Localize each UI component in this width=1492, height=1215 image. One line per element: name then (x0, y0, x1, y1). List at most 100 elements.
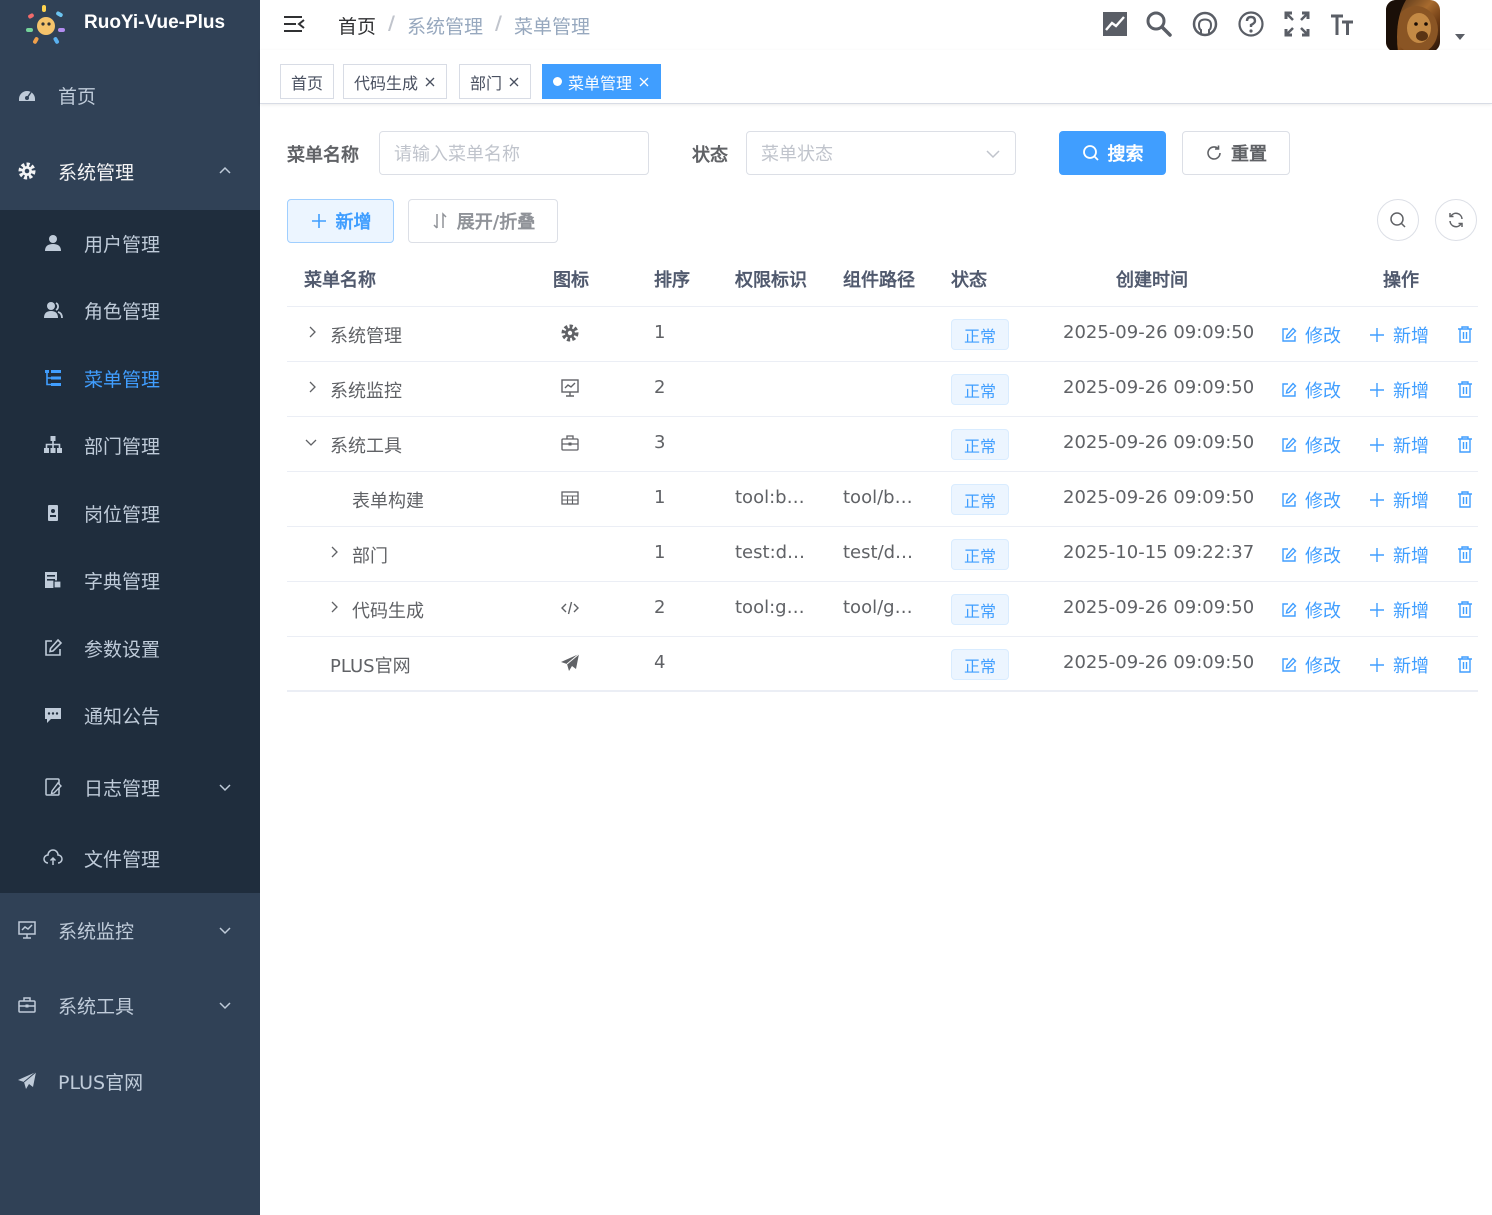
edit-label: 修改 (1305, 656, 1341, 677)
chevron-right-icon[interactable] (305, 380, 319, 394)
close-icon[interactable] (638, 76, 650, 88)
avatar[interactable] (1386, 0, 1440, 52)
add-child-button[interactable]: 新增 (1369, 542, 1429, 568)
github-icon[interactable] (1191, 10, 1219, 38)
menu-name-cell: 系统监控 (330, 381, 402, 402)
menu-name-label: 菜单名称 (287, 145, 359, 166)
expand-collapse-button[interactable]: 展开/折叠 (408, 199, 558, 243)
add-child-button[interactable]: 新增 (1369, 322, 1429, 348)
component-cell: tool/g… (843, 597, 913, 618)
breadcrumb-separator: / (494, 12, 502, 34)
logo[interactable]: RuoYi-Vue-Plus (0, 0, 260, 50)
sidebar-item-menus[interactable]: 菜单管理 (0, 348, 260, 408)
column-header-name: 菜单名称 (304, 270, 376, 291)
edit-button[interactable]: 修改 (1281, 652, 1341, 678)
navbar: 首页 / 系统管理 / 菜单管理 (260, 0, 1492, 52)
trash-icon[interactable] (1456, 490, 1474, 508)
sidebar-item-home[interactable]: 首页 (0, 70, 260, 120)
add-button[interactable]: 新增 (287, 199, 394, 243)
sidebar-item-monitor[interactable]: 系统监控 (0, 905, 260, 955)
sidebar-item-users[interactable]: 用户管理 (0, 213, 260, 273)
edit-button[interactable]: 修改 (1281, 542, 1341, 568)
menu-name-cell: 代码生成 (352, 601, 424, 622)
trash-icon[interactable] (1456, 545, 1474, 563)
status-badge: 正常 (951, 594, 1010, 625)
order-cell: 1 (654, 322, 666, 343)
trash-icon[interactable] (1456, 600, 1474, 618)
edit-button[interactable]: 修改 (1281, 377, 1341, 403)
lion-avatar-image (1386, 0, 1438, 52)
close-icon[interactable] (508, 76, 520, 88)
edit-button[interactable]: 修改 (1281, 322, 1341, 348)
refresh-table-button[interactable] (1435, 199, 1477, 241)
caret-down-icon[interactable] (1453, 30, 1467, 44)
monitor-icon (561, 379, 579, 397)
edit-icon (1282, 382, 1297, 397)
edit-icon (1282, 327, 1297, 342)
close-icon[interactable] (424, 76, 436, 88)
tool-icon (561, 435, 579, 451)
chart-icon[interactable] (1101, 10, 1129, 38)
sidebar-item-tool[interactable]: 系统工具 (0, 980, 260, 1030)
edit-button[interactable]: 修改 (1281, 597, 1341, 623)
fullscreen-icon[interactable] (1283, 10, 1311, 38)
breadcrumb-item: 系统管理 (406, 16, 483, 38)
sidebar-item-logs[interactable]: 日志管理 (0, 757, 260, 817)
breadcrumb-item[interactable]: 首页 (338, 12, 376, 39)
sidebar-item-params[interactable]: 参数设置 (0, 618, 260, 678)
add-child-button[interactable]: 新增 (1369, 377, 1429, 403)
tag-dept[interactable]: 部门 (459, 64, 532, 99)
reset-button[interactable]: 重置 (1182, 131, 1290, 175)
code-icon (561, 601, 579, 615)
created-time-cell: 2025-09-26 09:09:50 (1063, 322, 1255, 343)
add-child-button[interactable]: 新增 (1369, 597, 1429, 623)
search-icon[interactable] (1145, 10, 1173, 38)
tag-home[interactable]: 首页 (280, 64, 335, 99)
sidebar-item-roles[interactable]: 角色管理 (0, 280, 260, 340)
trash-icon[interactable] (1456, 435, 1474, 453)
sidebar-item-label: 菜单管理 (84, 368, 161, 391)
edit-icon (42, 637, 64, 659)
font-size-icon[interactable] (1328, 10, 1356, 38)
search-button[interactable]: 搜索 (1059, 131, 1166, 175)
order-cell: 1 (654, 542, 666, 563)
chevron-right-icon[interactable] (327, 600, 341, 614)
edit-icon (1282, 657, 1297, 672)
hamburger-icon[interactable] (282, 12, 306, 36)
edit-button[interactable]: 修改 (1281, 487, 1341, 513)
toggle-search-button[interactable] (1377, 199, 1419, 241)
sidebar-item-depts[interactable]: 部门管理 (0, 415, 260, 475)
status-badge: 正常 (951, 374, 1010, 405)
sidebar-item-system[interactable]: 系统管理 (0, 146, 260, 196)
sidebar-item-label: PLUS官网 (58, 1071, 144, 1094)
add-child-button[interactable]: 新增 (1369, 652, 1429, 678)
sidebar-item-posts[interactable]: 岗位管理 (0, 483, 260, 543)
search-icon (1390, 212, 1406, 228)
sidebar-item-files[interactable]: 文件管理 (0, 828, 260, 888)
edit-icon (1282, 437, 1297, 452)
tag-menu-active[interactable]: 菜单管理 (542, 64, 662, 99)
created-time-cell: 2025-09-26 09:09:50 (1063, 487, 1255, 508)
plus-icon (1370, 383, 1384, 397)
menu-name-input[interactable]: 请输入菜单名称 (379, 131, 649, 175)
log-icon (42, 776, 64, 798)
question-icon[interactable] (1237, 10, 1265, 38)
breadcrumb-item: 菜单管理 (513, 16, 590, 38)
edit-button[interactable]: 修改 (1281, 432, 1341, 458)
tag-codegen[interactable]: 代码生成 (343, 64, 448, 99)
chevron-right-icon[interactable] (327, 545, 341, 559)
plus-icon (1370, 658, 1384, 672)
sidebar-item-dicts[interactable]: 字典管理 (0, 550, 260, 610)
status-badge: 正常 (951, 649, 1010, 680)
add-child-button[interactable]: 新增 (1369, 487, 1429, 513)
trash-icon[interactable] (1456, 325, 1474, 343)
status-select[interactable]: 菜单状态 (746, 131, 1016, 175)
sidebar-item-label: 首页 (58, 85, 97, 108)
trash-icon[interactable] (1456, 380, 1474, 398)
trash-icon[interactable] (1456, 655, 1474, 673)
sidebar-item-plus[interactable]: PLUS官网 (0, 1056, 260, 1106)
sidebar-item-notices[interactable]: 通知公告 (0, 685, 260, 745)
chevron-down-icon[interactable] (304, 435, 318, 449)
add-child-button[interactable]: 新增 (1369, 432, 1429, 458)
chevron-right-icon[interactable] (305, 325, 319, 339)
